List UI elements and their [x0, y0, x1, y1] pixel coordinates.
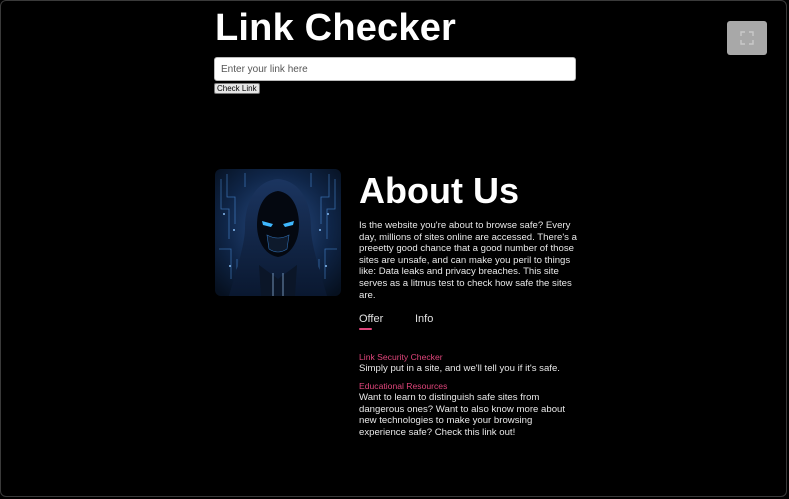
- offer-item-educational-resources: Educational Resources Want to learn to d…: [359, 381, 581, 438]
- offer-item-title[interactable]: Educational Resources: [359, 381, 581, 392]
- tab-offer[interactable]: Offer: [359, 313, 383, 325]
- tab-info[interactable]: Info: [415, 313, 433, 325]
- about-title: About Us: [359, 170, 519, 211]
- check-link-button[interactable]: Check Link: [214, 83, 260, 94]
- offer-item-title[interactable]: Link Security Checker: [359, 352, 581, 363]
- expand-icon: [740, 31, 754, 45]
- page-title: Link Checker: [215, 7, 457, 49]
- offer-item-description: Simply put in a site, and we'll tell you…: [359, 363, 560, 374]
- hooded-hacker-image: [215, 169, 341, 296]
- offer-item-description: Want to learn to distinguish safe sites …: [359, 392, 566, 438]
- about-description: Is the website you're about to browse sa…: [359, 220, 577, 301]
- active-tab-indicator: [359, 328, 372, 330]
- offer-item-link-security: Link Security Checker Simply put in a si…: [359, 352, 581, 375]
- expand-button[interactable]: [727, 21, 767, 55]
- link-input[interactable]: [214, 57, 576, 81]
